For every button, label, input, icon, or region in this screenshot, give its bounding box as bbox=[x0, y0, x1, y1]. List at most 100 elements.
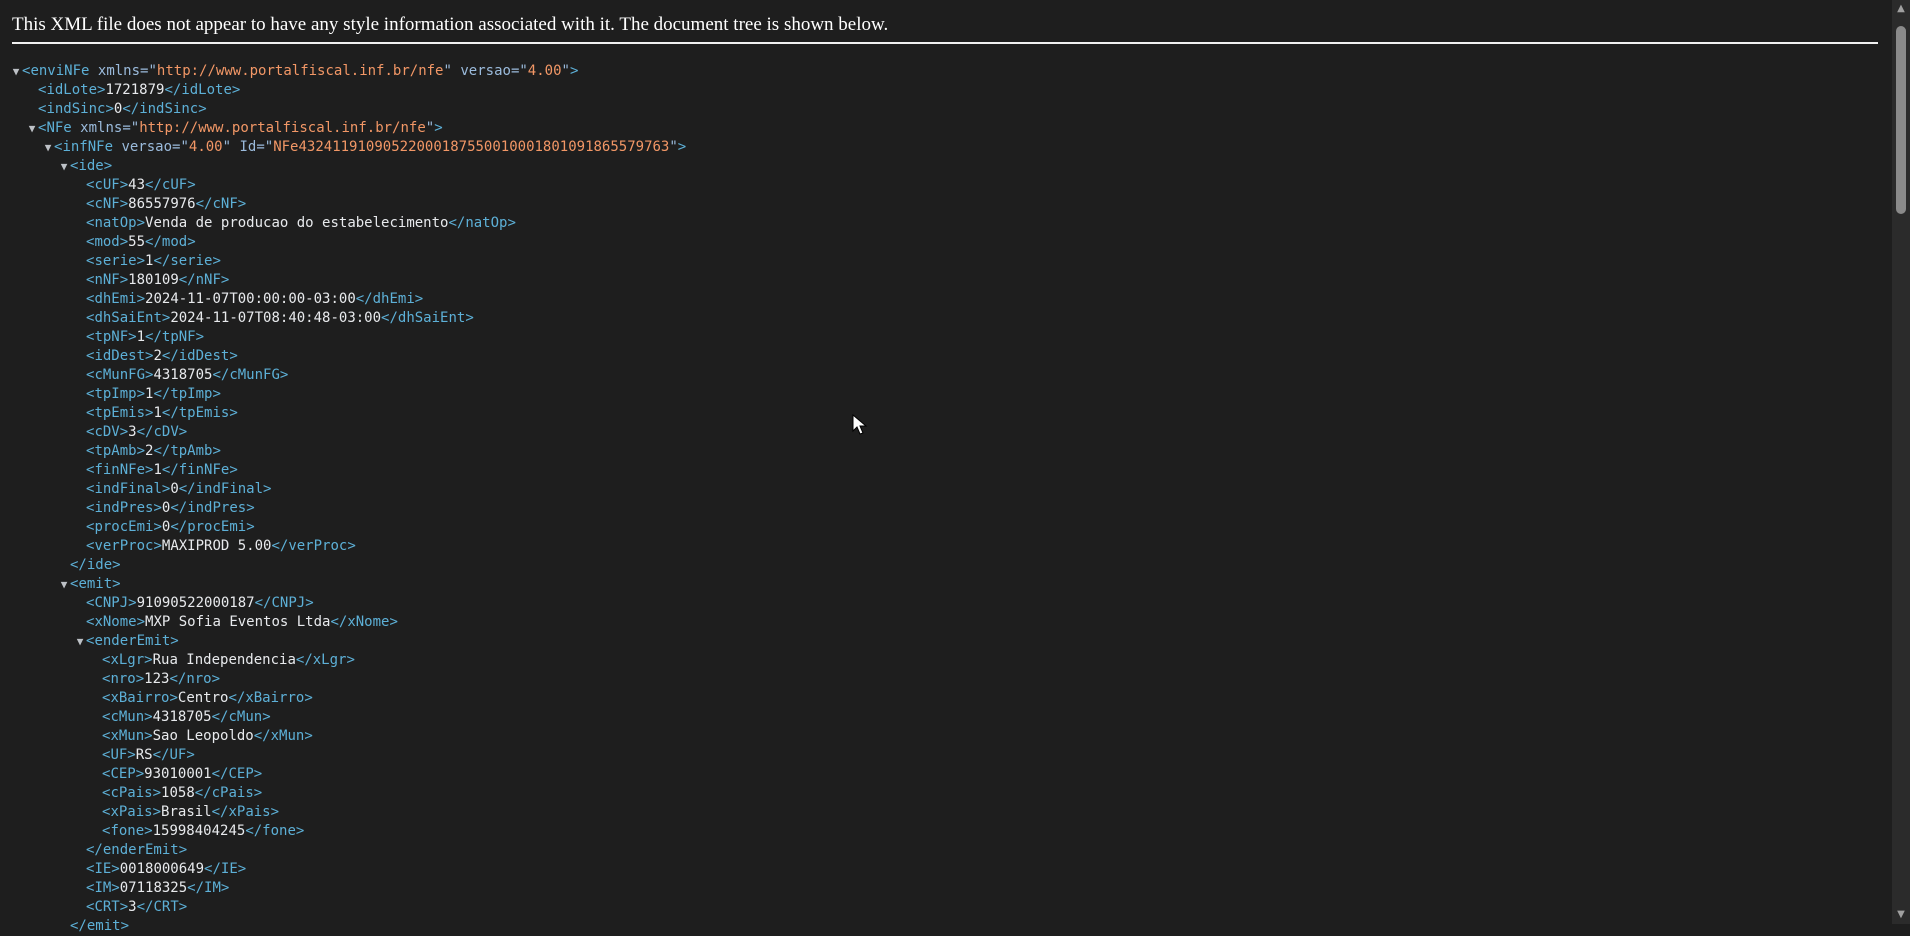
close-tag-name: enderEmit bbox=[102, 842, 179, 858]
tag-name: fone bbox=[110, 823, 145, 839]
element-text: Venda de producao do estabelecimento bbox=[145, 215, 449, 231]
tag-end: > bbox=[169, 690, 178, 706]
scrollbar-thumb[interactable] bbox=[1896, 26, 1906, 214]
xml-line: <verProc>MAXIPROD 5.00</verProc> bbox=[0, 537, 686, 556]
close-tag-name: idDest bbox=[178, 348, 230, 364]
xml-line: <CNPJ>91090522000187</CNPJ> bbox=[0, 594, 686, 613]
triangle-down-icon[interactable]: ▼ bbox=[42, 138, 54, 157]
tag-name: NFe bbox=[46, 120, 72, 136]
xml-line[interactable]: ▼ <infNFe versao="4.00" Id="NFe4324119109… bbox=[0, 138, 687, 157]
xml-line: <xMun>Sao Leopoldo</xMun> bbox=[0, 727, 686, 746]
xml-line: <cUF>43</cUF> bbox=[0, 176, 686, 195]
tag-end: > bbox=[120, 918, 130, 934]
close-tag-name: xBairro bbox=[245, 690, 305, 706]
tag-end: > bbox=[178, 842, 188, 858]
close-tag-name: verProc bbox=[288, 538, 348, 554]
close-bracket: </ bbox=[253, 728, 271, 744]
triangle-down-icon[interactable]: ▼ bbox=[58, 575, 70, 594]
xml-line[interactable]: ▼ <NFe xmlns="http://www.portalfiscal.inf… bbox=[0, 119, 686, 138]
tag-name: ide bbox=[78, 158, 104, 174]
element-text: 0 bbox=[170, 481, 179, 497]
xml-line: <cNF>86557976</cNF> bbox=[0, 195, 686, 214]
element-text: Sao Leopoldo bbox=[152, 728, 254, 744]
tag-name: mod bbox=[94, 234, 120, 250]
close-bracket: </ bbox=[187, 880, 205, 896]
xml-line: <dhEmi>2024-11-07T00:00:00-03:00</dhEmi> bbox=[0, 290, 686, 309]
xml-line: <cPais>1058</cPais> bbox=[0, 784, 686, 803]
xml-line[interactable]: ▼ <enviNFe xmlns="http://www.portalfiscal… bbox=[0, 62, 686, 81]
close-bracket: </ bbox=[204, 861, 221, 877]
close-bracket: </ bbox=[271, 538, 289, 554]
xml-line[interactable]: ▼ <emit> bbox=[0, 575, 686, 594]
xml-line: <tpAmb>2</tpAmb> bbox=[0, 442, 686, 461]
attr-name: versao bbox=[121, 139, 173, 155]
xml-line: <indFinal>0</indFinal> bbox=[0, 480, 686, 499]
tag-name: indFinal bbox=[94, 481, 162, 497]
tag-end: > bbox=[119, 899, 129, 915]
close-tag-name: tpImp bbox=[170, 386, 213, 402]
tag-end: > bbox=[152, 804, 162, 820]
close-tag-name: nro bbox=[186, 671, 212, 687]
attr-value: http://www.portalfiscal.inf.br/nfe bbox=[139, 120, 426, 136]
tag-end: > bbox=[136, 614, 146, 630]
element-text: 55 bbox=[128, 234, 146, 250]
tag-end: > bbox=[246, 519, 255, 535]
tag-name: idDest bbox=[94, 348, 146, 364]
close-bracket: </ bbox=[211, 766, 229, 782]
tag-end: > bbox=[153, 519, 162, 535]
close-bracket: </ bbox=[145, 177, 162, 193]
triangle-down-icon[interactable]: ▼ bbox=[74, 632, 86, 651]
xml-line: <CEP>93010001</CEP> bbox=[0, 765, 686, 784]
tag-name: nro bbox=[110, 671, 136, 687]
attr-space bbox=[89, 63, 97, 79]
close-tag-name: idLote bbox=[181, 82, 232, 98]
xml-line: <mod>55</mod> bbox=[0, 233, 686, 252]
xml-document-tree: ▼ <enviNFe xmlns="http://www.portalfiscal… bbox=[0, 62, 687, 936]
tag-end: > bbox=[144, 709, 153, 725]
tag-name: finNFe bbox=[94, 462, 146, 478]
xml-line[interactable]: ▼ <ide> bbox=[0, 157, 686, 176]
xml-line: <indSinc>0</indSinc> bbox=[0, 100, 686, 119]
close-bracket: </ bbox=[178, 272, 196, 288]
attr-quote: " bbox=[561, 63, 570, 79]
tag-name: infNFe bbox=[62, 139, 114, 155]
close-tag-name: CEP bbox=[228, 766, 254, 782]
close-tag-name: cPais bbox=[211, 785, 254, 801]
triangle-down-icon[interactable]: ▼ bbox=[58, 157, 70, 176]
triangle-down-icon[interactable]: ▼ bbox=[10, 62, 22, 81]
close-bracket: </ bbox=[254, 595, 272, 611]
arrow-down-icon[interactable]: ▼ bbox=[1892, 906, 1910, 924]
vertical-scrollbar[interactable]: ▲ ▼ bbox=[1892, 0, 1910, 924]
tag-end: > bbox=[229, 462, 238, 478]
tag-name: UF bbox=[110, 747, 128, 763]
tag-end: > bbox=[237, 861, 247, 877]
close-bracket: </ bbox=[194, 785, 212, 801]
tag-end: > bbox=[229, 405, 238, 421]
close-tag-name: tpAmb bbox=[170, 443, 213, 459]
xml-line: <idDest>2</idDest> bbox=[0, 347, 686, 366]
tag-end: > bbox=[253, 766, 263, 782]
element-text: 3 bbox=[128, 899, 137, 915]
close-tag-name: cMun bbox=[228, 709, 263, 725]
element-text: MXP Sofia Eventos Ltda bbox=[145, 614, 331, 630]
tag-name: verProc bbox=[94, 538, 154, 554]
xml-line: <serie>1</serie> bbox=[0, 252, 686, 271]
xml-line[interactable]: ▼ <enderEmit> bbox=[0, 632, 686, 651]
element-text: 123 bbox=[144, 671, 170, 687]
close-tag-name: ide bbox=[86, 557, 113, 573]
tag-name: tpImp bbox=[94, 386, 137, 402]
xml-line: </enderEmit> bbox=[0, 841, 686, 860]
tag-end: > bbox=[103, 158, 113, 174]
close-tag-name: mod bbox=[161, 234, 188, 250]
tag-end: > bbox=[128, 329, 137, 345]
tag-end: > bbox=[465, 310, 474, 326]
tag-name: indPres bbox=[94, 500, 154, 516]
close-bracket: </ bbox=[153, 386, 171, 402]
tag-end: > bbox=[153, 538, 162, 554]
element-text: 2024-11-07T00:00:00-03:00 bbox=[145, 291, 356, 307]
close-bracket: </ bbox=[70, 918, 87, 934]
close-bracket: </ bbox=[448, 215, 466, 231]
triangle-down-icon[interactable]: ▼ bbox=[26, 119, 38, 138]
arrow-up-icon[interactable]: ▲ bbox=[1892, 0, 1910, 18]
close-bracket: </ bbox=[161, 348, 179, 364]
